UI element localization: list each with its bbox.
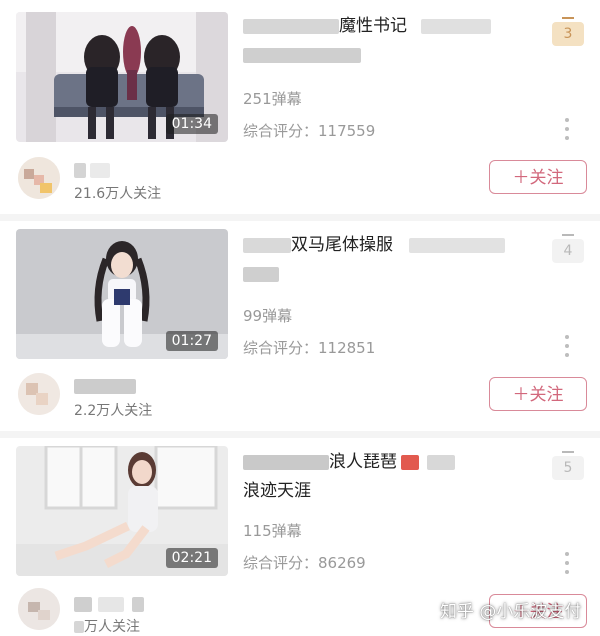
more-options-icon[interactable] <box>563 118 571 140</box>
uploader-name-redacted <box>74 376 136 394</box>
avatar[interactable] <box>18 588 60 630</box>
redacted-text <box>243 237 291 253</box>
watermark-text: 知乎 @小乐波支付 <box>440 602 582 622</box>
video-duration: 02:21 <box>165 548 218 568</box>
title-text: 双马尾体操服 <box>291 235 393 255</box>
rank-badge: 3 <box>552 22 584 46</box>
video-duration: 01:34 <box>165 114 218 134</box>
follower-count: 2.2万人关注 <box>74 403 153 419</box>
avatar-image <box>18 373 60 415</box>
follow-button[interactable]: ＋关注 <box>489 377 587 411</box>
video-title[interactable]: 双马尾体操服 <box>243 231 533 289</box>
title-text-line2: 浪迹天涯 <box>243 481 311 501</box>
card-divider <box>0 431 600 438</box>
redacted-text <box>421 18 491 34</box>
video-title[interactable]: 魔性书记 <box>243 12 533 70</box>
video-duration: 01:27 <box>165 331 218 351</box>
video-thumbnail[interactable]: 02:21 <box>16 446 228 576</box>
more-options-icon[interactable] <box>563 335 571 357</box>
title-text: 浪人琵琶 <box>329 452 397 472</box>
video-card[interactable]: 01:34 魔性书记 251弹幕 综合评分：117559 3 21.6万人关注 … <box>0 0 600 214</box>
rank-badge: 5 <box>552 456 584 480</box>
uploader-name-redacted <box>74 160 110 178</box>
avatar-image <box>18 157 60 199</box>
avatar-image <box>18 588 60 630</box>
redacted-text <box>243 47 361 63</box>
danmaku-count: 251弹幕 <box>243 90 302 108</box>
danmaku-count: 99弹幕 <box>243 307 293 325</box>
follower-count: 万人关注 <box>74 616 140 636</box>
follower-count: 21.6万人关注 <box>74 186 162 202</box>
redacted-text <box>427 454 455 470</box>
video-title[interactable]: 浪人琵琶 浪迹天涯 <box>243 448 533 506</box>
avatar[interactable] <box>18 373 60 415</box>
card-divider <box>0 214 600 221</box>
danmaku-count: 115弹幕 <box>243 522 302 540</box>
redacted-text <box>243 266 279 282</box>
overall-score: 综合评分：86269 <box>243 554 366 572</box>
uploader-name-redacted <box>74 594 144 612</box>
redacted-text <box>243 454 329 470</box>
redacted-text <box>409 237 505 253</box>
video-card[interactable]: 01:27 双马尾体操服 99弹幕 综合评分：112851 4 2.2万人关注 … <box>0 221 600 431</box>
follow-button[interactable]: ＋关注 <box>489 160 587 194</box>
rank-badge: 4 <box>552 239 584 263</box>
avatar[interactable] <box>18 157 60 199</box>
video-thumbnail[interactable]: 01:34 <box>16 12 228 142</box>
title-text: 魔性书记 <box>339 16 407 36</box>
overall-score: 综合评分：117559 <box>243 122 376 140</box>
redacted-text <box>401 454 419 470</box>
overall-score: 综合评分：112851 <box>243 339 376 357</box>
more-options-icon[interactable] <box>563 552 571 574</box>
redacted-text <box>243 18 339 34</box>
video-thumbnail[interactable]: 01:27 <box>16 229 228 359</box>
